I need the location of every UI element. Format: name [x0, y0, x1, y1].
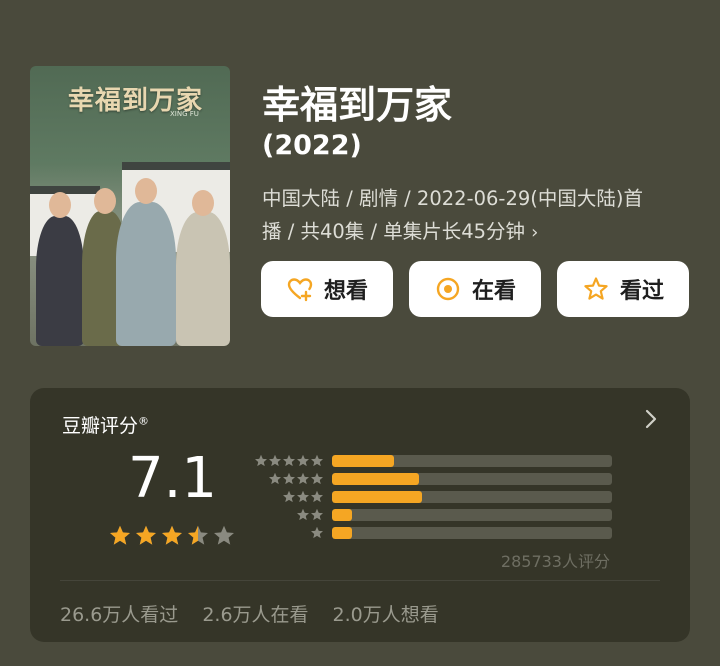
rating-bar-fill: [332, 491, 422, 503]
distribution-row: [252, 470, 612, 488]
rating-bar-track: [332, 473, 612, 485]
star-icon: [269, 455, 281, 467]
distribution-row: [252, 506, 612, 524]
rating-stars: [108, 524, 236, 548]
divider: [60, 580, 660, 581]
rating-bar-fill: [332, 509, 352, 521]
star-icon: [311, 491, 323, 503]
movie-detail-page: 幸福到万家 XING FU 幸福到万家 (2022) 中国大陆 / 剧情 / 2…: [0, 0, 720, 666]
rating-bar-track: [332, 455, 612, 467]
movie-year: (2022): [262, 130, 362, 161]
star-icon: [311, 509, 323, 521]
star-icon: [297, 455, 309, 467]
star-icon: [269, 473, 281, 485]
rating-bar-fill: [332, 527, 352, 539]
poster-face: [192, 190, 214, 216]
row-stars: [252, 454, 324, 468]
star-icon: [214, 525, 234, 545]
chevron-right-icon: ›: [531, 222, 539, 243]
heart-plus-icon: [287, 278, 313, 302]
star-icon: [297, 509, 309, 521]
star-icon: [255, 455, 267, 467]
watching-count: 2.6万人在看: [202, 604, 309, 626]
rating-bar-track: [332, 509, 612, 521]
watched-button[interactable]: 看过: [557, 261, 689, 317]
want-to-watch-label: 想看: [323, 279, 368, 304]
poster-subtitle: XING FU: [170, 110, 199, 118]
rating-card[interactable]: 豆瓣评分® 7.1 285733人评分 26.6万人看过 2.6万人在看 2.0…: [30, 388, 690, 642]
star-icon: [297, 491, 309, 503]
row-stars: [252, 472, 324, 486]
poster-figure: [176, 212, 230, 346]
star-icon: [311, 455, 323, 467]
star-icon: [162, 525, 182, 545]
rating-bar-fill: [332, 473, 419, 485]
rating-score: 7.1: [128, 446, 218, 511]
star-icon: [283, 491, 295, 503]
star-outline-icon: [584, 277, 608, 300]
chevron-right-icon[interactable]: [644, 408, 658, 430]
star-icon: [110, 525, 130, 545]
star-icon: [136, 525, 156, 545]
rating-heading-text: 豆瓣评分: [62, 415, 139, 437]
movie-title: 幸福到万家: [262, 83, 453, 127]
audience-stats: 26.6万人看过 2.6万人在看 2.0万人想看: [60, 600, 439, 627]
want-count: 2.0万人想看: [332, 604, 439, 626]
rating-bar-fill: [332, 455, 394, 467]
meta-line-2-text: 播 / 共40集 / 单集片长45分钟: [262, 220, 526, 243]
rating-bar-track: [332, 491, 612, 503]
meta-line-1: 中国大陆 / 剧情 / 2022-06-29(中国大陆)首: [262, 187, 643, 210]
star-icon: [283, 473, 295, 485]
row-stars: [252, 490, 324, 504]
movie-meta[interactable]: 中国大陆 / 剧情 / 2022-06-29(中国大陆)首 播 / 共40集 /…: [262, 182, 692, 249]
target-icon: [436, 277, 460, 301]
registered-mark: ®: [138, 414, 150, 428]
star-icon: [311, 527, 323, 539]
action-buttons: 想看 在看 看过: [261, 261, 689, 317]
poster-figure: [36, 216, 84, 346]
watched-count: 26.6万人看过: [60, 604, 179, 626]
star-icon: [311, 473, 323, 485]
watching-button[interactable]: 在看: [409, 261, 541, 317]
meta-line-2: 播 / 共40集 / 单集片长45分钟 ›: [262, 215, 692, 249]
star-icon: [188, 525, 208, 545]
rating-count: 285733人评分: [500, 552, 610, 571]
distribution-row: [252, 524, 612, 542]
distribution-row: [252, 452, 612, 470]
poster-face: [49, 192, 71, 218]
watching-label: 在看: [471, 279, 516, 304]
rating-distribution: [252, 452, 612, 542]
poster-figure: [116, 202, 176, 346]
poster-image[interactable]: 幸福到万家 XING FU: [30, 66, 230, 346]
row-stars: [252, 526, 324, 540]
distribution-row: [252, 488, 612, 506]
row-stars: [252, 508, 324, 522]
star-icon: [283, 455, 295, 467]
poster-face: [135, 178, 157, 204]
watched-label: 看过: [619, 279, 664, 304]
poster-face: [94, 188, 116, 214]
rating-heading: 豆瓣评分®: [62, 411, 149, 438]
star-icon: [297, 473, 309, 485]
want-to-watch-button[interactable]: 想看: [261, 261, 393, 317]
rating-bar-track: [332, 527, 612, 539]
